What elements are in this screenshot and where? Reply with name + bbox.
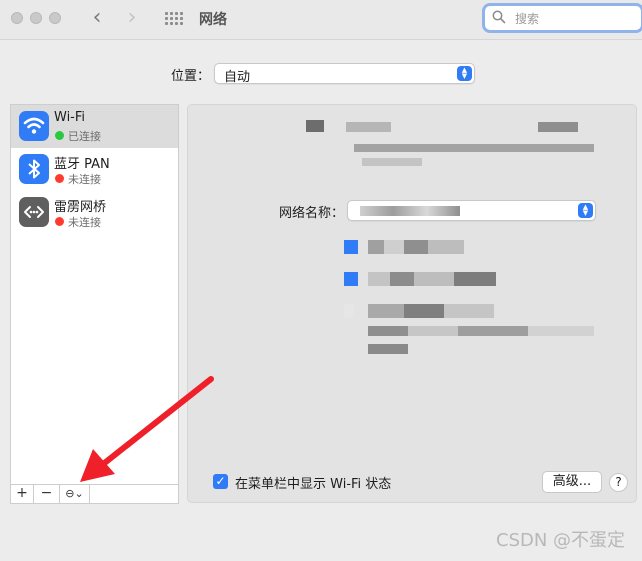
status-dot-icon: [55, 217, 64, 226]
network-name-select[interactable]: ▲ ▼: [347, 200, 596, 221]
redacted-option-1: [344, 240, 464, 254]
chevron-updown-icon: ▲ ▼: [578, 203, 593, 218]
action-menu-button[interactable]: ⊖⌄: [60, 485, 90, 503]
service-item-wifi[interactable]: Wi-Fi 已连接: [11, 105, 178, 148]
service-item-thunderbolt-bridge[interactable]: 雷雳网桥 未连接: [11, 191, 178, 234]
service-item-bluetooth-pan[interactable]: 蓝牙 PAN 未连接: [11, 148, 178, 191]
show-wifi-status-label: 在菜单栏中显示 Wi-Fi 状态: [235, 477, 392, 492]
service-list: Wi-Fi 已连接 蓝牙 PAN 未连接 雷雳网桥 未连接: [10, 104, 179, 485]
search-placeholder: 搜索: [515, 12, 540, 26]
bluetooth-icon: [19, 154, 49, 184]
service-status: 未连接: [68, 173, 101, 186]
show-all-grid-icon[interactable]: [165, 12, 183, 26]
wifi-icon: [19, 111, 49, 141]
search-icon: [492, 10, 506, 24]
chevron-updown-icon: ▲ ▼: [457, 66, 472, 81]
location-value: 自动: [224, 70, 251, 85]
status-dot-icon: [55, 174, 64, 183]
advanced-button[interactable]: 高级...: [542, 471, 602, 493]
redacted-option-2: [344, 272, 496, 286]
zoom-window-button[interactable]: [49, 12, 61, 24]
remove-service-button[interactable]: −: [34, 485, 60, 503]
back-button[interactable]: ‹: [85, 6, 109, 32]
status-dot-icon: [55, 131, 64, 140]
redacted-status-text: [306, 118, 596, 168]
redacted-network-name: [360, 206, 460, 216]
window-title: 网络: [199, 12, 227, 28]
show-wifi-status-checkbox[interactable]: ✓: [213, 474, 228, 489]
service-list-toolbar: + − ⊖⌄: [10, 484, 179, 504]
search-field[interactable]: 搜索: [482, 3, 642, 33]
service-status: 未连接: [68, 216, 101, 229]
minimize-window-button[interactable]: [30, 12, 42, 24]
close-window-button[interactable]: [11, 12, 23, 24]
service-name: 蓝牙 PAN: [54, 157, 110, 172]
watermark-text: CSDN @不蛋定: [496, 530, 626, 551]
service-name: 雷雳网桥: [54, 200, 107, 215]
service-name: Wi-Fi: [54, 110, 86, 125]
thunderbolt-bridge-icon: [19, 197, 49, 227]
service-status: 已连接: [68, 130, 101, 143]
add-service-button[interactable]: +: [11, 485, 34, 503]
help-button[interactable]: ?: [609, 473, 628, 492]
location-select[interactable]: 自动 ▲ ▼: [214, 63, 475, 85]
forward-button[interactable]: ›: [120, 6, 144, 32]
location-label: 位置：: [171, 69, 211, 84]
window-toolbar: ‹ › 网络 搜索: [0, 0, 642, 40]
network-name-label: 网络名称：: [279, 206, 345, 221]
redacted-description: [344, 304, 594, 354]
